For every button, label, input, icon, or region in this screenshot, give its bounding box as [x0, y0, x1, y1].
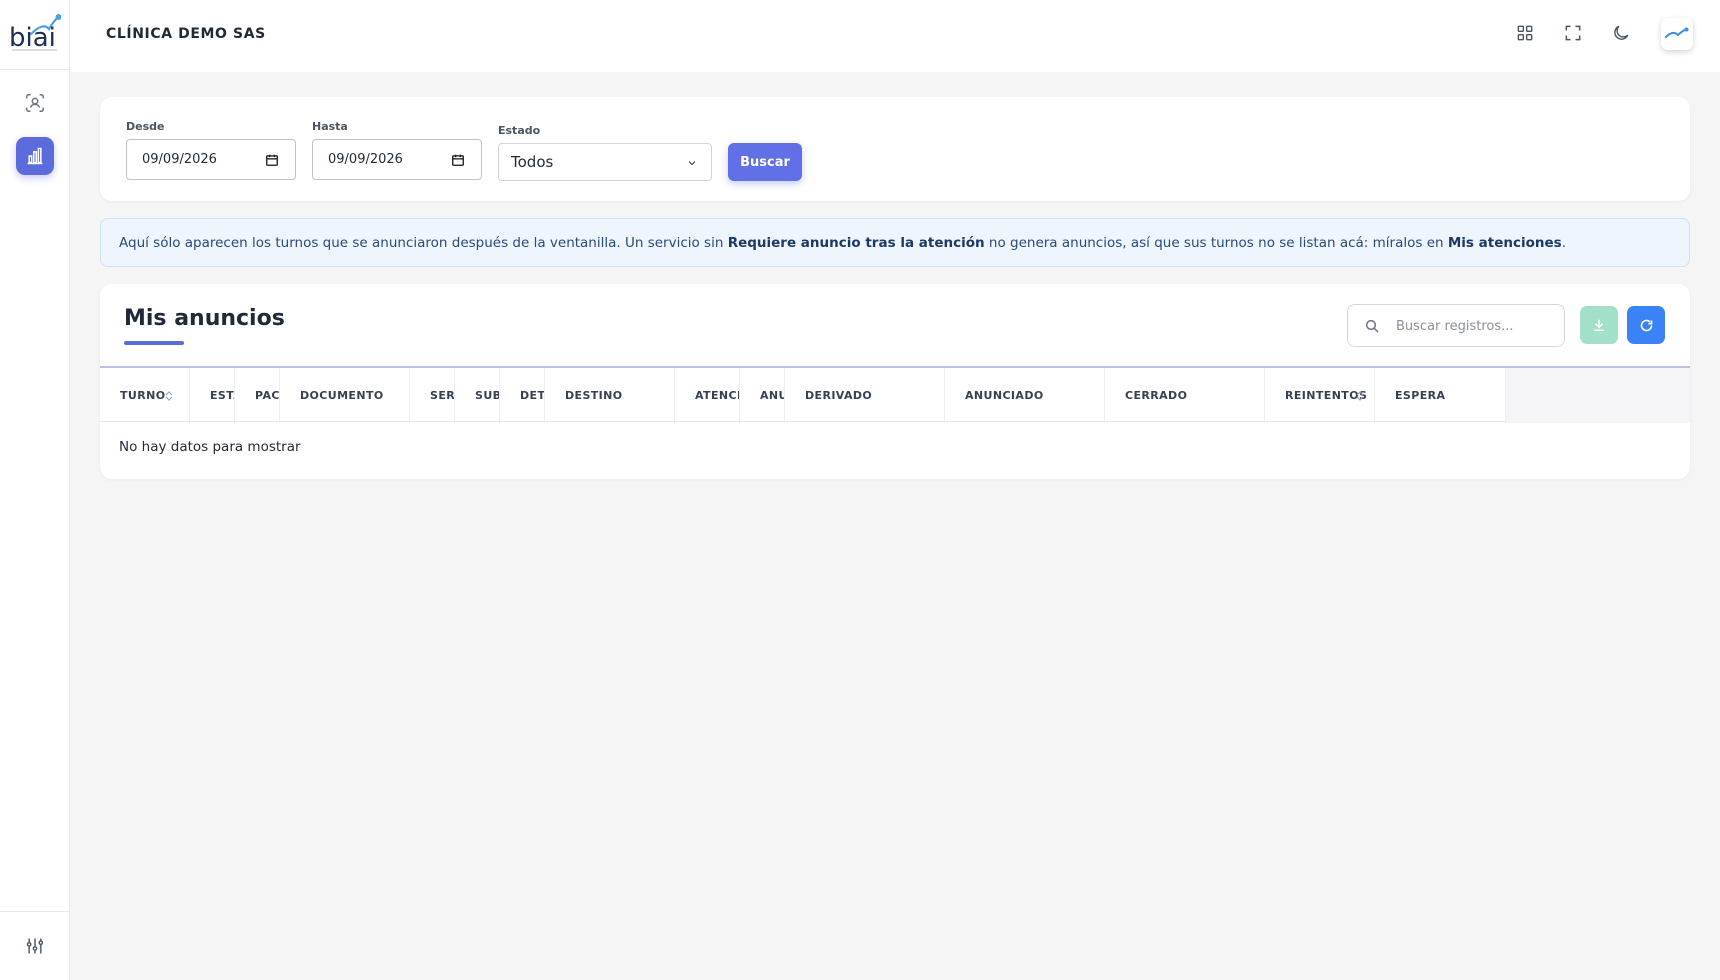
column-label: PACIENTE — [255, 389, 280, 402]
theme-toggle-button[interactable] — [1609, 21, 1633, 45]
info-text-3: . — [1561, 234, 1566, 251]
company-name: CLÍNICA DEMO SAS — [106, 26, 266, 42]
chevron-down-icon — [688, 161, 696, 166]
column-label: CERRADO — [1125, 389, 1188, 402]
table-header: TURNO ESTADO PACIENTE DOCUMENTO SERVICIO… — [100, 366, 1690, 423]
desde-date-input[interactable]: 09/09/2026 — [126, 139, 296, 180]
estado-value: Todos — [511, 153, 554, 171]
download-button[interactable] — [1580, 306, 1618, 344]
column-label: ANUNCIO — [760, 389, 784, 402]
column-label: SERVICIO — [430, 389, 455, 402]
column-header-atencion[interactable]: ATENCIÓN — [675, 368, 740, 423]
grid-icon — [1517, 25, 1533, 41]
info-text-1: Aquí sólo aparecen los turnos que se anu… — [119, 234, 728, 251]
moon-icon — [1614, 25, 1629, 40]
column-header-anuncio[interactable]: ANUNCIO — [740, 368, 785, 423]
column-label: TURNO — [120, 389, 166, 402]
search-input[interactable] — [1396, 316, 1556, 336]
column-label: ANUNCIADO — [965, 389, 1044, 402]
column-label: DOCUMENTO — [300, 389, 384, 402]
column-header-documento[interactable]: DOCUMENTO — [280, 368, 410, 423]
sidebar: biai — [0, 0, 70, 980]
table-title: Mis anuncios — [124, 306, 285, 331]
sidebar-bottom — [0, 911, 70, 980]
sort-icon — [1356, 391, 1364, 401]
biai-logo-icon: biai — [9, 14, 61, 52]
buscar-button[interactable]: Buscar — [728, 143, 802, 181]
sliders-icon — [26, 938, 44, 954]
column-header-derivado[interactable]: DERIVADO — [785, 368, 945, 423]
apps-button[interactable] — [1513, 21, 1537, 45]
column-header-detalle[interactable]: DETALLE — [500, 368, 545, 423]
info-bold-1: Requiere anuncio tras la atención — [727, 234, 985, 251]
column-header-cerrado[interactable]: CERRADO — [1105, 368, 1265, 423]
settings-button[interactable] — [16, 927, 54, 965]
anuncios-table-card: Mis anuncios TURNO ESTADO PACIENTE DOCUM… — [100, 284, 1690, 479]
hasta-value: 09/09/2026 — [328, 152, 403, 167]
estado-select[interactable]: Todos — [498, 143, 712, 181]
column-header-anunciado[interactable]: ANUNCIADO — [945, 368, 1105, 423]
column-label: ESTADO — [210, 389, 234, 402]
column-label: DETALLE — [520, 389, 545, 402]
info-text-2: no genera anuncios, así que sus turnos n… — [984, 234, 1448, 251]
top-header: CLÍNICA DEMO SAS — [70, 0, 1720, 72]
column-header-destino[interactable]: DESTINO — [545, 368, 675, 423]
column-header-sub[interactable]: SUB — [455, 368, 500, 423]
estado-label: Estado — [498, 124, 541, 137]
info-banner: Aquí sólo aparecen los turnos que se anu… — [100, 218, 1690, 267]
column-header-paciente[interactable]: PACIENTE — [235, 368, 280, 423]
bar-chart-icon — [27, 147, 43, 165]
sort-icon — [165, 391, 173, 401]
user-scan-icon — [26, 94, 44, 112]
column-label: REINTENTOS — [1285, 389, 1368, 402]
column-header-espera[interactable]: ESPERA — [1375, 368, 1506, 423]
title-underline — [124, 341, 184, 345]
search-box[interactable] — [1347, 304, 1565, 347]
desde-label: Desde — [126, 120, 165, 133]
desde-value: 09/09/2026 — [142, 152, 217, 167]
download-icon — [1594, 319, 1604, 332]
calendar-icon — [266, 154, 278, 166]
column-label: ESPERA — [1395, 389, 1446, 402]
header-filler — [1506, 368, 1690, 423]
search-icon — [1365, 319, 1379, 333]
column-header-reintentos[interactable]: REINTENTOS — [1265, 368, 1375, 423]
column-label: DERIVADO — [805, 389, 873, 402]
column-header-estado[interactable]: ESTADO — [190, 368, 235, 423]
refresh-icon — [1640, 319, 1652, 331]
refresh-button[interactable] — [1627, 306, 1665, 344]
logo[interactable]: biai — [0, 0, 70, 70]
column-label: DESTINO — [565, 389, 623, 402]
sidebar-item-reports[interactable] — [16, 137, 54, 175]
user-avatar[interactable] — [1661, 18, 1693, 50]
column-label: ATENCIÓN — [695, 389, 739, 402]
svg-text:biai: biai — [9, 23, 56, 52]
avatar-logo-icon — [1665, 27, 1689, 38]
info-bold-2: Mis atenciones — [1447, 234, 1562, 251]
empty-message: No hay datos para mostrar — [119, 439, 301, 455]
sidebar-item-user-scan[interactable] — [16, 84, 54, 122]
hasta-date-input[interactable]: 09/09/2026 — [312, 139, 482, 180]
calendar-icon — [452, 154, 464, 166]
hasta-label: Hasta — [312, 120, 348, 133]
fullscreen-button[interactable] — [1561, 21, 1585, 45]
column-header-servicio[interactable]: SERVICIO — [410, 368, 455, 423]
column-header-turno[interactable]: TURNO — [100, 368, 190, 423]
fullscreen-icon — [1565, 25, 1581, 41]
column-label: SUB — [475, 389, 500, 402]
